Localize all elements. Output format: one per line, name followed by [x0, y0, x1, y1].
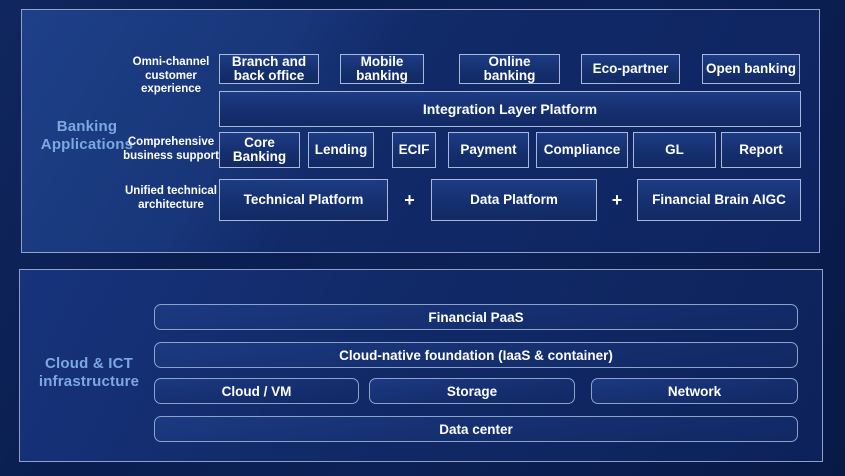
plus-sign: +: [597, 179, 637, 221]
panel-title-cloud-ict: Cloud & ICT infrastructure: [34, 355, 144, 390]
box-cloud-vm: Cloud / VM: [154, 378, 359, 404]
banking-applications-panel: Banking Applications Omni-channel custom…: [21, 9, 820, 253]
box-data-platform: Data Platform: [431, 179, 597, 221]
box-core-banking: Core Banking: [219, 132, 300, 168]
channel-row: Branch and back office Mobile banking On…: [219, 54, 800, 84]
box-lending: Lending: [308, 132, 374, 168]
box-branch-and-back-office: Branch and back office: [219, 54, 319, 84]
row-label-business-support: Comprehensive business support: [121, 136, 221, 163]
box-cloud-native-foundation: Cloud-native foundation (IaaS & containe…: [154, 342, 798, 368]
row-label-omni-channel: Omni-channel customer experience: [126, 56, 216, 97]
box-online-banking: Online banking: [459, 54, 560, 84]
architecture-diagram: Banking Applications Omni-channel custom…: [0, 0, 845, 476]
cloud-ict-panel: Cloud & ICT infrastructure Financial Paa…: [19, 269, 823, 462]
box-data-center: Data center: [154, 416, 798, 442]
row-label-technical-architecture: Unified technical architecture: [121, 185, 221, 212]
box-mobile-banking: Mobile banking: [340, 54, 424, 84]
box-ecif: ECIF: [392, 132, 436, 168]
box-payment: Payment: [448, 132, 529, 168]
box-eco-partner: Eco-partner: [581, 54, 680, 84]
box-network: Network: [591, 378, 798, 404]
box-gl: GL: [633, 132, 716, 168]
box-financial-brain-aigc: Financial Brain AIGC: [637, 179, 801, 221]
box-financial-paas: Financial PaaS: [154, 304, 798, 330]
box-open-banking: Open banking: [702, 54, 800, 84]
box-storage: Storage: [369, 378, 575, 404]
plus-sign: +: [388, 179, 431, 221]
box-compliance: Compliance: [536, 132, 628, 168]
tech-row: Technical Platform + Data Platform + Fin…: [219, 179, 801, 221]
box-report: Report: [721, 132, 801, 168]
business-row: Core Banking Lending ECIF Payment Compli…: [219, 132, 801, 168]
box-technical-platform: Technical Platform: [219, 179, 388, 221]
box-integration-layer-platform: Integration Layer Platform: [219, 91, 801, 127]
